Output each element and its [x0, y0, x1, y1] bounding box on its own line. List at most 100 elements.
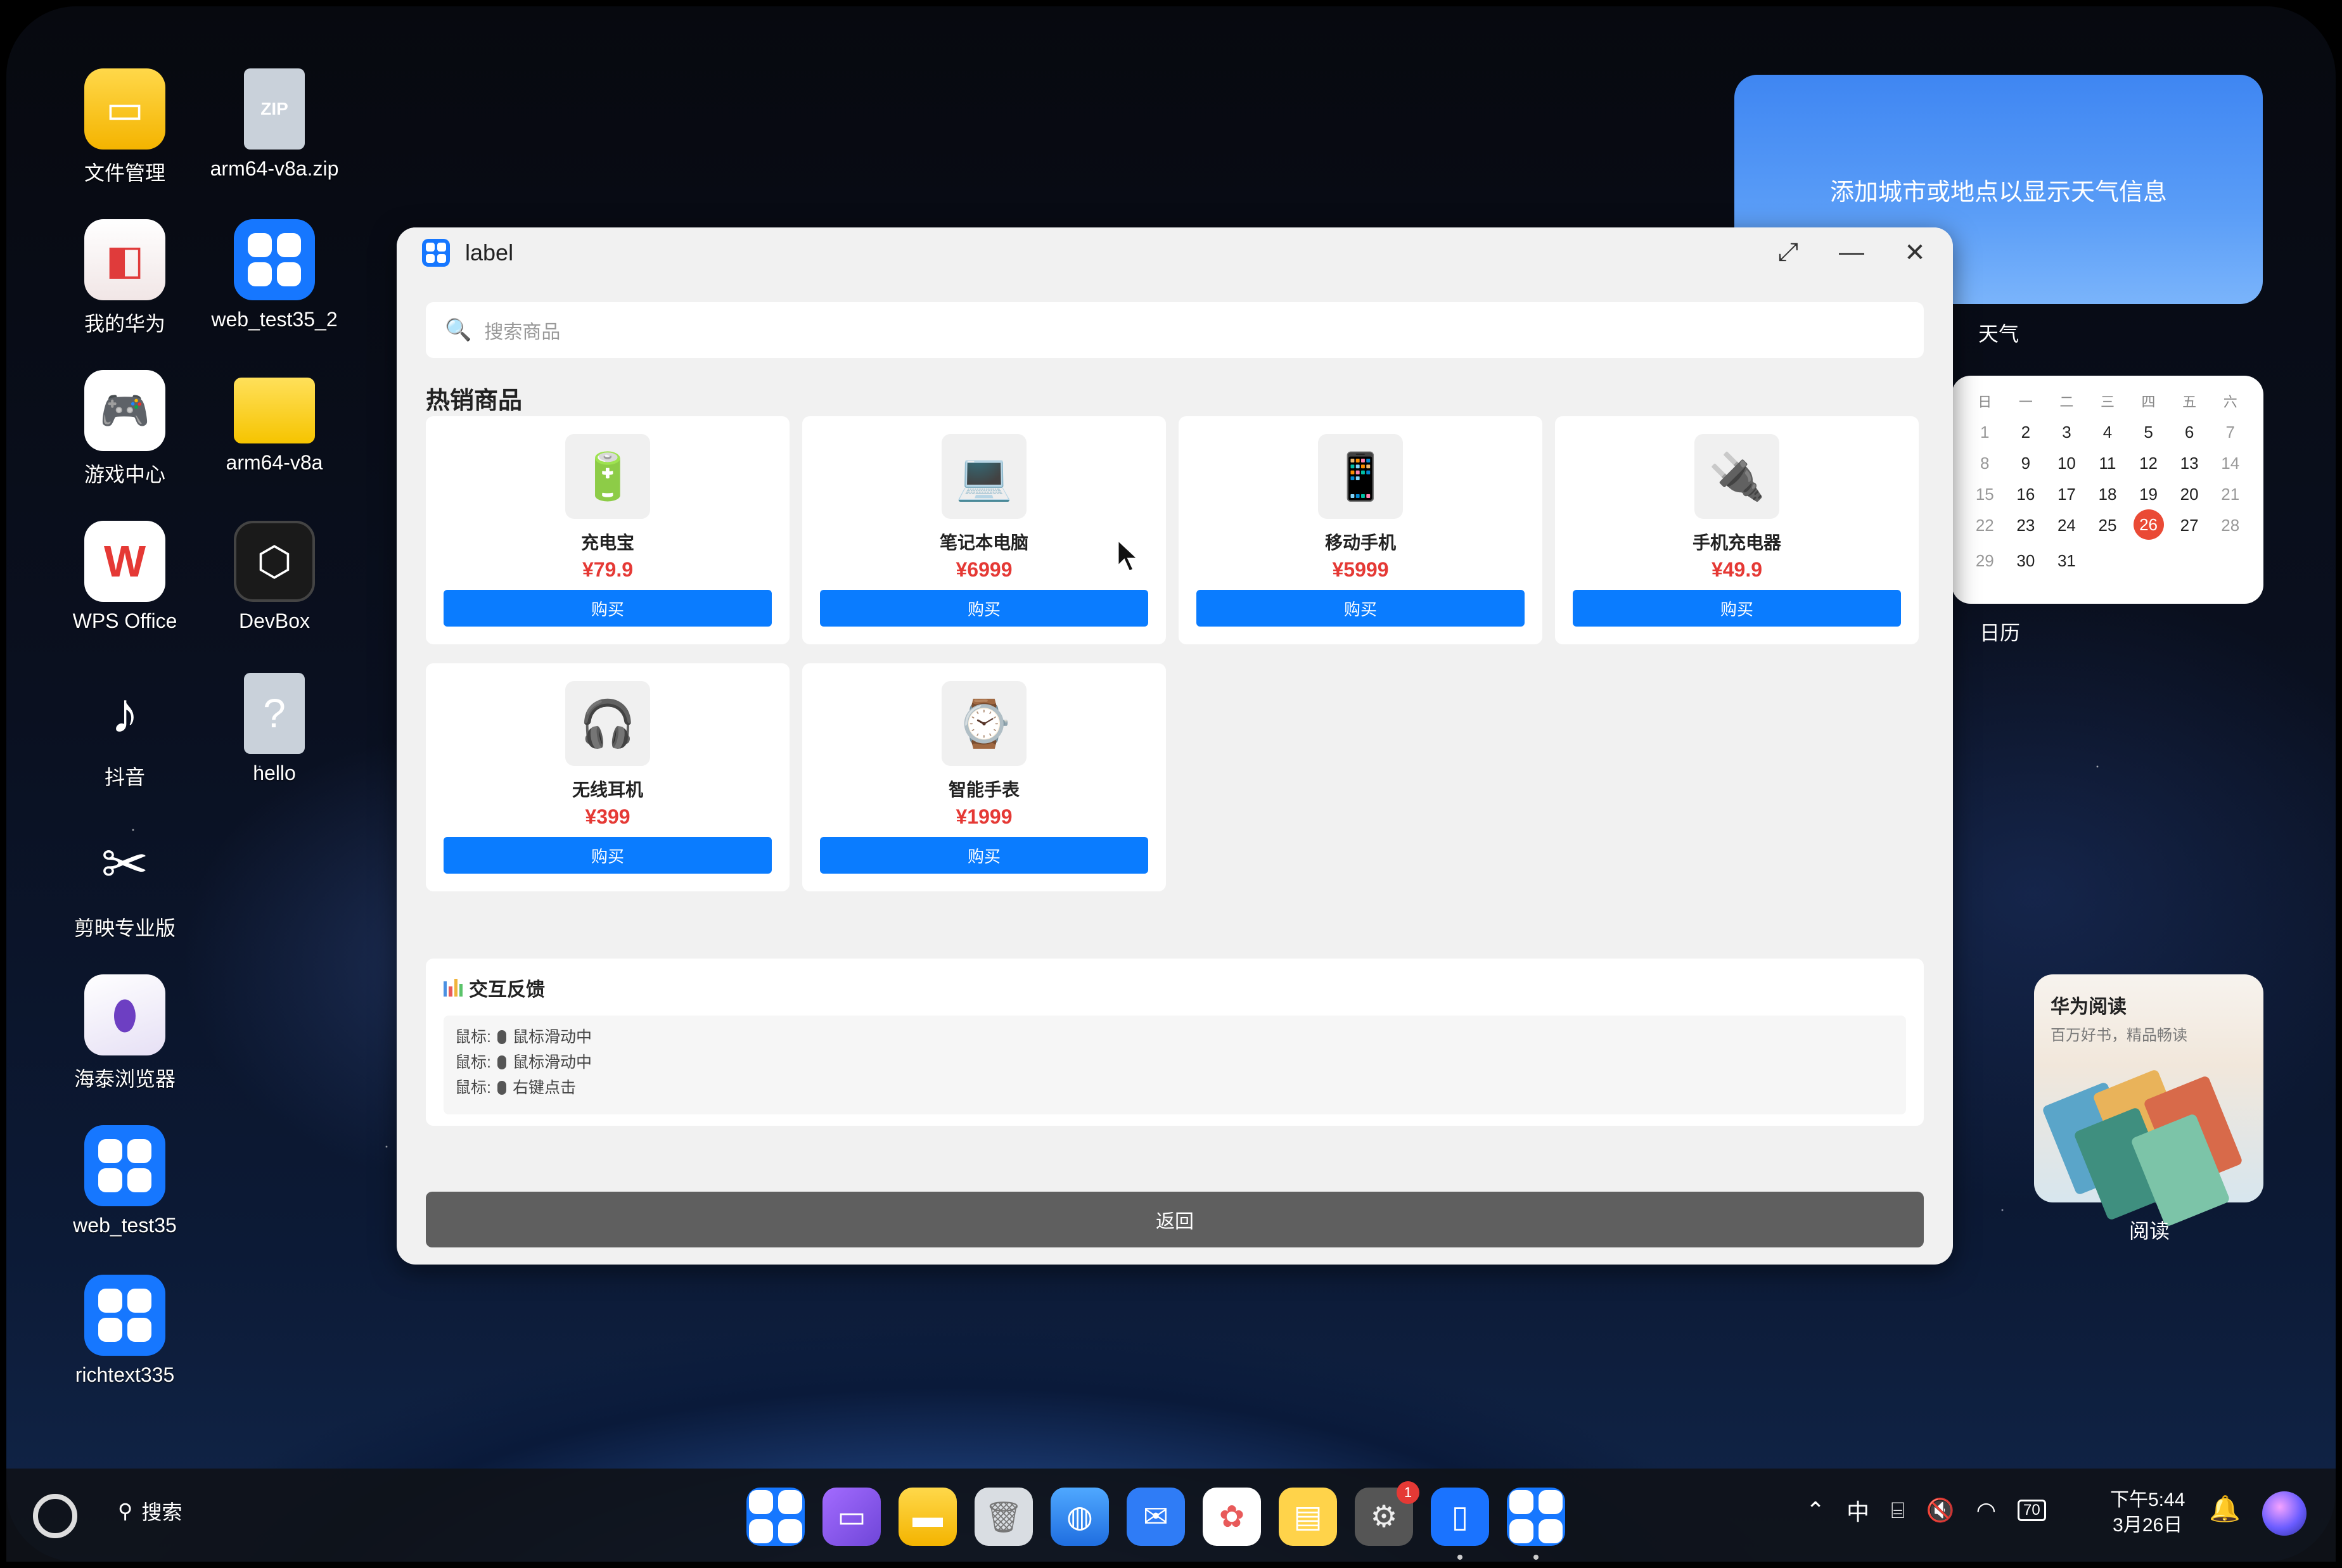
calendar-today[interactable]: 26: [2133, 509, 2164, 540]
browser-icon[interactable]: ◍: [1051, 1488, 1109, 1546]
calendar-widget[interactable]: 日一二三四五六 1 2 3 4 5 6 7 8 9 10 11 12 13 14 15 16 17 18 19 20 21…: [1952, 376, 2263, 604]
calendar-day[interactable]: 12: [2128, 454, 2169, 473]
calendar-day[interactable]: 24: [2046, 516, 2087, 540]
charger-icon: 🔌: [1694, 434, 1779, 519]
chevron-up-icon[interactable]: ⌃: [1806, 1497, 1825, 1524]
desktop-icon-richtext335[interactable]: richtext335: [52, 1275, 198, 1387]
desktop-icon-douyin[interactable]: ♪ 抖音: [52, 673, 198, 791]
desktop-icon-hello[interactable]: ? hello: [202, 673, 347, 785]
calendar-day[interactable]: 13: [2169, 454, 2210, 473]
minimize-window-icon[interactable]: —: [1839, 238, 1864, 267]
volume-mute-icon[interactable]: 🔇: [1926, 1497, 1955, 1524]
desktop-icon-my-huawei[interactable]: ◧ 我的华为: [52, 219, 198, 337]
note-editor-icon[interactable]: ▯: [1431, 1488, 1489, 1560]
home-button[interactable]: [33, 1494, 77, 1538]
calendar-day[interactable]: 19: [2128, 485, 2169, 504]
calendar-day[interactable]: 3: [2046, 423, 2087, 442]
search-input[interactable]: 🔍 搜索商品: [426, 302, 1924, 358]
calendar-day[interactable]: 18: [2087, 485, 2128, 504]
buy-button[interactable]: 购买: [444, 590, 772, 627]
desktop-icon-label: web_test35: [73, 1214, 177, 1237]
reading-widget[interactable]: 华为阅读 百万好书，精品畅读: [2034, 974, 2263, 1228]
desktop-icon-wps[interactable]: W WPS Office: [52, 521, 198, 633]
calendar-day[interactable]: 6: [2169, 423, 2210, 442]
desktop-icon-capcut[interactable]: ✂ 剪映专业版: [52, 824, 198, 941]
desktop-icon-web-test35[interactable]: web_test35: [52, 1125, 198, 1237]
gallery-icon[interactable]: ✿: [1203, 1488, 1261, 1546]
calendar-day[interactable]: 28: [2210, 516, 2251, 540]
app-grid-icon: [84, 1275, 165, 1356]
calendar-day[interactable]: 10: [2046, 454, 2087, 473]
notes-icon[interactable]: ▤: [1279, 1488, 1337, 1546]
calendar-day[interactable]: 30: [2006, 551, 2047, 571]
clipboard-icon[interactable]: ⌸: [1891, 1497, 1905, 1524]
calendar-day[interactable]: 7: [2210, 423, 2251, 442]
calendar-day[interactable]: 5: [2128, 423, 2169, 442]
close-window-icon[interactable]: ✕: [1902, 238, 1928, 267]
calendar-day[interactable]: 9: [2006, 454, 2047, 473]
product-price: ¥5999: [1332, 558, 1389, 581]
calendar-day[interactable]: 17: [2046, 485, 2087, 504]
product-price: ¥6999: [956, 558, 1013, 581]
mouse-cursor-icon: [1117, 539, 1141, 573]
desktop-icon-haitai-browser[interactable]: ⬮ 海泰浏览器: [52, 974, 198, 1092]
wifi-icon[interactable]: ◠: [1976, 1497, 1996, 1524]
laptop-icon: 💻: [942, 434, 1027, 519]
buy-button[interactable]: 购买: [820, 590, 1148, 627]
app-grid-icon[interactable]: [1507, 1488, 1565, 1560]
reading-widget-label: 阅读: [2128, 1220, 2170, 1242]
calendar-day[interactable]: 2: [2006, 423, 2047, 442]
multitask-icon[interactable]: ▭: [822, 1488, 881, 1546]
assistant-avatar[interactable]: [2262, 1491, 2307, 1536]
restore-window-icon[interactable]: ⤢: [1776, 238, 1801, 267]
calendar-day[interactable]: 31: [2046, 551, 2087, 571]
taskbar-search-button[interactable]: ⚲ 搜索: [118, 1496, 182, 1526]
reading-widget-subtitle: 百万好书，精品畅读: [2051, 1027, 2187, 1044]
calendar-day[interactable]: 27: [2169, 516, 2210, 540]
log-text: 鼠标滑动中: [512, 1028, 592, 1046]
calendar-day[interactable]: 15: [1964, 485, 2006, 504]
calendar-day[interactable]: 16: [2006, 485, 2047, 504]
desktop-icon-web-test35-2[interactable]: web_test35_2: [202, 219, 347, 331]
back-button[interactable]: 返回: [426, 1192, 1924, 1247]
settings-icon[interactable]: ⚙ 1: [1355, 1481, 1419, 1546]
calendar-day[interactable]: 29: [1964, 551, 2006, 571]
dock: ▭ ▬ 🗑 ◍ ✉ ✿ ▤ ⚙ 1 ▯: [746, 1481, 1565, 1560]
clock[interactable]: 下午5:44 3月26日: [2110, 1488, 2185, 1538]
desktop-icon-files[interactable]: ▭ 文件管理: [52, 68, 198, 186]
calendar-day[interactable]: 14: [2210, 454, 2251, 473]
bell-icon[interactable]: 🔔: [2209, 1494, 2241, 1524]
product-card: 📱 移动手机 ¥5999 购买: [1179, 416, 1542, 644]
mail-icon[interactable]: ✉: [1127, 1488, 1185, 1546]
calendar-day[interactable]: 21: [2210, 485, 2251, 504]
calendar-day[interactable]: 4: [2087, 423, 2128, 442]
file-manager-icon[interactable]: ▬: [899, 1488, 957, 1546]
calendar-day[interactable]: 25: [2087, 516, 2128, 540]
desktop-icon-game-center[interactable]: 🎮 游戏中心: [52, 370, 198, 488]
clock-date: 3月26日: [2113, 1515, 2183, 1536]
calendar-day[interactable]: 8: [1964, 454, 2006, 473]
app-center-icon[interactable]: [746, 1488, 805, 1546]
trash-icon[interactable]: 🗑: [975, 1488, 1033, 1546]
book-covers-illustration: [2041, 1066, 2247, 1228]
calendar-day[interactable]: 23: [2006, 516, 2047, 540]
calendar-day[interactable]: 22: [1964, 516, 2006, 540]
ime-indicator[interactable]: 中: [1846, 1494, 1869, 1527]
buy-button[interactable]: 购买: [1573, 590, 1901, 627]
calendar-day[interactable]: 11: [2087, 454, 2128, 473]
mouse-icon: [497, 1055, 506, 1069]
buy-button[interactable]: 购买: [444, 837, 772, 874]
desktop-icon-devbox[interactable]: ⬡ DevBox: [202, 521, 347, 633]
battery-icon[interactable]: 70: [2018, 1500, 2046, 1521]
calendar-day[interactable]: 20: [2169, 485, 2210, 504]
folder-icon: [234, 378, 315, 443]
window-titlebar[interactable]: label ⤢ — ✕: [397, 227, 1953, 278]
log-prefix: 鼠标:: [455, 1079, 491, 1097]
desktop-icon-arm64-folder[interactable]: arm64-v8a: [202, 370, 347, 475]
product-name: 笔记本电脑: [939, 533, 1028, 552]
product-name: 移动手机: [1324, 533, 1396, 552]
desktop-icon-zip[interactable]: ZIP arm64-v8a.zip: [202, 68, 347, 181]
buy-button[interactable]: 购买: [820, 837, 1148, 874]
calendar-day[interactable]: 1: [1964, 423, 2006, 442]
buy-button[interactable]: 购买: [1196, 590, 1525, 627]
